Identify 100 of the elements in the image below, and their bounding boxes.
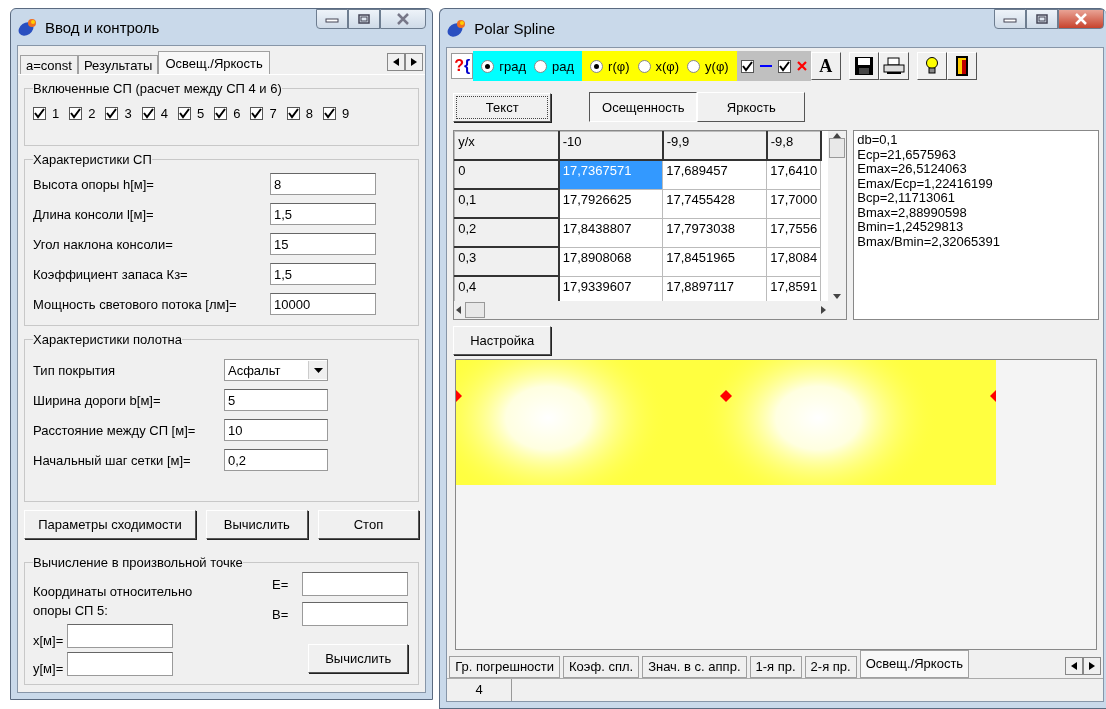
button[interactable]: Стоп: [317, 510, 420, 539]
scroll-left-button[interactable]: [1065, 657, 1083, 675]
row-header: 0,3: [454, 247, 559, 276]
tab[interactable]: Результаты: [77, 55, 159, 74]
input-field[interactable]: 1,5: [270, 203, 376, 225]
check-icon: [106, 108, 118, 119]
input-field[interactable]: 1,5: [270, 263, 376, 285]
table-cell[interactable]: 17,689457: [662, 160, 767, 189]
scroll-right-button[interactable]: [1083, 657, 1101, 675]
scrollbar-thumb[interactable]: [829, 138, 846, 158]
result-line: Ecp=21,6575963: [857, 147, 957, 162]
tab[interactable]: a=const: [20, 55, 78, 74]
radio-option[interactable]: x(φ): [637, 58, 680, 74]
checkbox[interactable]: [141, 107, 155, 120]
checkbox[interactable]: [322, 107, 336, 120]
button[interactable]: Вычислить: [206, 510, 308, 539]
save-button[interactable]: [848, 52, 879, 80]
tab[interactable]: Коэф. спл.: [563, 656, 640, 678]
maximize-button[interactable]: [1026, 9, 1058, 29]
font-button[interactable]: A: [810, 52, 841, 80]
input-field[interactable]: 15: [270, 233, 376, 255]
text-button[interactable]: Текст: [453, 92, 552, 122]
input-field[interactable]: 0,2: [224, 449, 328, 471]
field-label: B=: [271, 606, 289, 622]
radio-option[interactable]: рад: [534, 58, 575, 74]
check-icon: [741, 60, 753, 72]
table-cell[interactable]: 17,7000: [766, 189, 821, 218]
input-field[interactable]: 10: [224, 419, 328, 441]
field-label: Расстояние между СП [м]=: [33, 422, 197, 438]
field-label: Начальный шаг сетки [м]=: [33, 452, 192, 468]
scrollbar-thumb[interactable]: [465, 302, 486, 318]
close-button[interactable]: [1058, 9, 1104, 29]
result-line: db=0,1: [857, 133, 899, 148]
vertical-scrollbar[interactable]: [828, 131, 847, 301]
table-cell[interactable]: 17,8438807: [558, 218, 663, 247]
checkbox-label: 8: [305, 106, 313, 121]
table-cell[interactable]: 17,7973038: [662, 218, 767, 247]
compute-button[interactable]: Вычислить: [308, 644, 409, 673]
dropdown[interactable]: Асфальт: [224, 359, 328, 381]
scroll-right-button[interactable]: [405, 53, 424, 71]
check-icon: [287, 108, 299, 119]
radio-option[interactable]: r(φ): [590, 58, 630, 74]
close-button[interactable]: [380, 9, 427, 29]
checkbox[interactable]: [214, 107, 228, 120]
tab[interactable]: 2-я пр.: [804, 656, 857, 678]
table-cell[interactable]: 17,8451965: [662, 247, 767, 276]
tab[interactable]: Освещ./Яркость: [859, 650, 970, 678]
output-field[interactable]: [302, 602, 409, 626]
input-field[interactable]: [67, 624, 174, 648]
table-cell[interactable]: 17,7556: [766, 218, 821, 247]
input-field[interactable]: [67, 652, 174, 676]
toggle-button[interactable]: Осещенность: [589, 92, 698, 122]
input-field[interactable]: 10000: [270, 293, 376, 315]
minimize-button[interactable]: [316, 9, 349, 29]
input-field[interactable]: 5: [224, 389, 328, 411]
table-cell[interactable]: 17,6410: [766, 160, 821, 189]
scroll-left-button[interactable]: [387, 53, 406, 71]
radio-option[interactable]: y(φ): [687, 58, 729, 74]
print-button[interactable]: [878, 52, 909, 80]
checkbox[interactable]: [177, 107, 191, 120]
checkbox[interactable]: [250, 107, 264, 120]
lightbulb-icon: [924, 56, 939, 76]
lightbulb-button[interactable]: [916, 52, 947, 80]
tab[interactable]: Гр. погрешности: [449, 656, 561, 678]
checkbox[interactable]: [69, 107, 83, 120]
result-line: Emax/Ecp=1,22416199: [857, 176, 994, 191]
input-field[interactable]: 8: [270, 173, 376, 195]
settings-button[interactable]: Настройка: [453, 326, 552, 355]
maximize-button[interactable]: [348, 9, 381, 29]
minimize-button[interactable]: [994, 9, 1026, 29]
close-icon: [396, 13, 411, 25]
checkbox-label: 3: [124, 106, 132, 121]
checkbox[interactable]: [33, 107, 46, 120]
horizontal-scrollbar[interactable]: [454, 301, 829, 319]
group-title: Характеристики полотна: [33, 332, 183, 347]
checkbox[interactable]: [777, 59, 791, 73]
radio-option[interactable]: град: [481, 58, 527, 74]
row-header: 0,4: [454, 276, 559, 301]
table-cell[interactable]: 17,7926625: [558, 189, 663, 218]
right-triangle-icon: [821, 306, 827, 314]
checkbox-label: 4: [160, 106, 168, 121]
table-cell[interactable]: 17,8908068: [558, 247, 663, 276]
tab[interactable]: Знач. в с. аппр.: [642, 656, 747, 678]
table-cell[interactable]: 17,8084: [766, 247, 821, 276]
table-cell[interactable]: 17,7455428: [662, 189, 767, 218]
result-line: Emax=26,5124063: [857, 162, 968, 177]
help-button[interactable]: ?{: [451, 53, 474, 79]
column-header: -10: [558, 131, 663, 160]
toggle-button[interactable]: Яркость: [697, 92, 806, 122]
button[interactable]: Параметры сходимости: [24, 510, 196, 539]
checkbox[interactable]: [286, 107, 300, 120]
tab[interactable]: Освещ./Яркость: [158, 51, 270, 74]
tab[interactable]: 1-я пр.: [749, 656, 802, 678]
left-triangle-icon: [1071, 662, 1077, 670]
checkbox[interactable]: [740, 59, 754, 73]
result-line: Bcp=2,11713061: [857, 191, 955, 206]
caret-icon: [313, 367, 323, 373]
output-field[interactable]: [302, 572, 409, 596]
checkbox[interactable]: [105, 107, 119, 120]
exit-button[interactable]: [946, 52, 977, 80]
